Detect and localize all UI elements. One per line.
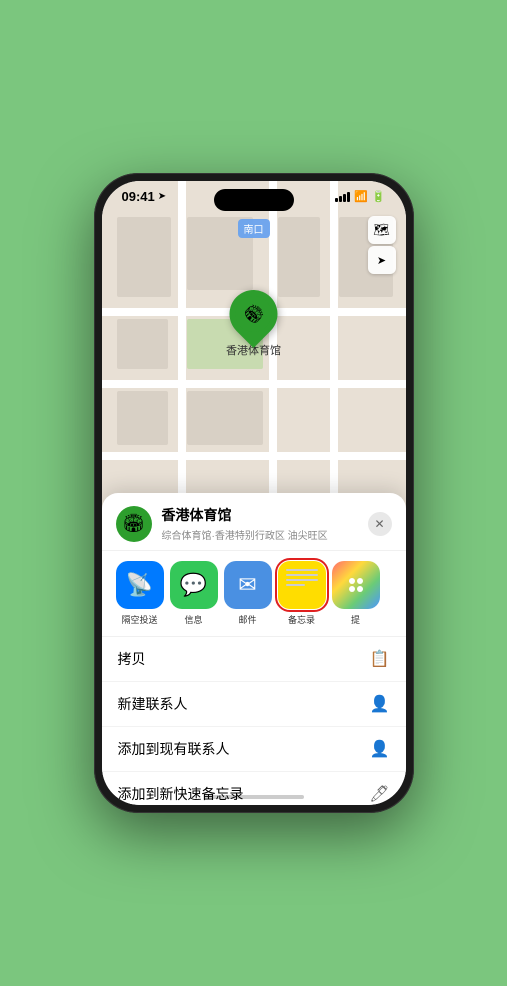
signal-bars xyxy=(335,192,350,202)
action-new-contact[interactable]: 新建联系人 👤 xyxy=(102,682,406,727)
more-label: 提 xyxy=(351,613,360,626)
map-type-icon: 🗺 xyxy=(373,222,390,238)
mail-icon: ✉ xyxy=(238,572,256,598)
new-contact-icon: 👤 xyxy=(370,694,390,714)
share-more[interactable]: 提 xyxy=(332,561,380,626)
new-contact-label: 新建联系人 xyxy=(118,694,188,714)
dot3 xyxy=(349,586,355,592)
action-copy[interactable]: 拷贝 📋 xyxy=(102,637,406,682)
place-info: 香港体育馆 综合体育馆·香港特别行政区 油尖旺区 xyxy=(162,505,368,542)
road-v1 xyxy=(178,181,186,543)
bar2 xyxy=(339,196,342,202)
phone-frame: 09:41 ➤ 📶 🔋 xyxy=(94,173,414,813)
home-indicator xyxy=(204,795,304,799)
mail-label: 邮件 xyxy=(238,613,256,626)
phone-screen: 09:41 ➤ 📶 🔋 xyxy=(102,181,406,805)
road-v3 xyxy=(330,181,338,543)
messages-icon-box: 💬 xyxy=(170,561,218,609)
place-icon: 🏟 xyxy=(116,506,152,542)
notes-icon-box xyxy=(278,561,326,609)
location-pin: 🏟 香港体育馆 xyxy=(226,290,281,358)
dot2 xyxy=(357,578,363,584)
venue-icon: 🏟 xyxy=(239,299,268,328)
more-dots-row1 xyxy=(349,578,363,584)
close-button[interactable]: ✕ xyxy=(368,512,392,536)
road-h3 xyxy=(102,452,406,460)
location-icon: ➤ xyxy=(377,254,386,267)
map-controls: 🗺 ➤ xyxy=(368,216,396,274)
status-icons-group: 📶 🔋 xyxy=(335,190,385,203)
mail-icon-box: ✉ xyxy=(224,561,272,609)
add-existing-icon: 👤 xyxy=(370,739,390,759)
notes-line-3 xyxy=(286,579,318,581)
navigation-arrow-icon: ➤ xyxy=(158,191,166,202)
map-block-1 xyxy=(117,217,172,297)
airdrop-icon-box: 📡 xyxy=(116,561,164,609)
more-dots-row2 xyxy=(349,586,363,592)
pin-inner: 🏟 xyxy=(236,296,272,332)
notes-lines-container xyxy=(286,569,318,586)
wifi-icon: 📶 xyxy=(354,190,368,203)
share-messages[interactable]: 💬 信息 xyxy=(170,561,218,626)
dynamic-island xyxy=(214,189,294,211)
map-area[interactable]: 南口 🗺 ➤ 🏟 香港体育馆 xyxy=(102,181,406,543)
map-block-5 xyxy=(187,391,263,445)
pin-circle: 🏟 xyxy=(220,280,288,348)
add-existing-label: 添加到现有联系人 xyxy=(118,739,230,759)
place-emoji: 🏟 xyxy=(122,513,145,534)
notes-line-4 xyxy=(286,584,305,586)
messages-icon: 💬 xyxy=(180,572,207,598)
map-type-button[interactable]: 🗺 xyxy=(368,216,396,244)
share-row: 📡 隔空投送 💬 信息 ✉ 邮件 xyxy=(102,551,406,637)
dot4 xyxy=(357,586,363,592)
road-v2 xyxy=(269,181,277,543)
airdrop-label: 隔空投送 xyxy=(121,613,157,626)
road-h2 xyxy=(102,380,406,388)
share-airdrop[interactable]: 📡 隔空投送 xyxy=(116,561,164,626)
action-add-existing[interactable]: 添加到现有联系人 👤 xyxy=(102,727,406,772)
add-notes-icon: 🖊 xyxy=(369,784,389,804)
map-block-3 xyxy=(117,319,169,370)
dot1 xyxy=(349,578,355,584)
action-list: 拷贝 📋 新建联系人 👤 添加到现有联系人 👤 添加到新快速备忘录 🖊 打印 xyxy=(102,637,406,805)
map-block-6 xyxy=(278,217,321,297)
action-add-notes[interactable]: 添加到新快速备忘录 🖊 xyxy=(102,772,406,805)
messages-label: 信息 xyxy=(184,613,202,626)
map-block-4 xyxy=(117,391,169,445)
place-header: 🏟 香港体育馆 综合体育馆·香港特别行政区 油尖旺区 ✕ xyxy=(102,493,406,551)
airdrop-icon: 📡 xyxy=(126,572,153,598)
copy-icon: 📋 xyxy=(370,649,390,669)
add-notes-label: 添加到新快速备忘录 xyxy=(118,784,244,804)
notes-line-2 xyxy=(286,574,318,576)
more-icon-box xyxy=(332,561,380,609)
battery-icon: 🔋 xyxy=(372,190,386,203)
bottom-sheet: 🏟 香港体育馆 综合体育馆·香港特别行政区 油尖旺区 ✕ 📡 隔空投送 xyxy=(102,493,406,805)
notes-line-1 xyxy=(286,569,318,571)
bar1 xyxy=(335,198,338,202)
place-name: 香港体育馆 xyxy=(162,505,368,525)
bar3 xyxy=(343,194,346,202)
bar4 xyxy=(347,192,350,202)
close-icon: ✕ xyxy=(374,517,384,531)
share-notes[interactable]: 备忘录 xyxy=(278,561,326,626)
place-subtitle: 综合体育馆·香港特别行政区 油尖旺区 xyxy=(162,527,368,542)
location-button[interactable]: ➤ xyxy=(368,246,396,274)
share-mail[interactable]: ✉ 邮件 xyxy=(224,561,272,626)
entrance-text: 南口 xyxy=(244,225,264,236)
copy-label: 拷贝 xyxy=(118,649,146,669)
map-entrance-label: 南口 xyxy=(238,219,270,238)
status-time: 09:41 xyxy=(122,189,155,204)
notes-label: 备忘录 xyxy=(288,613,315,626)
